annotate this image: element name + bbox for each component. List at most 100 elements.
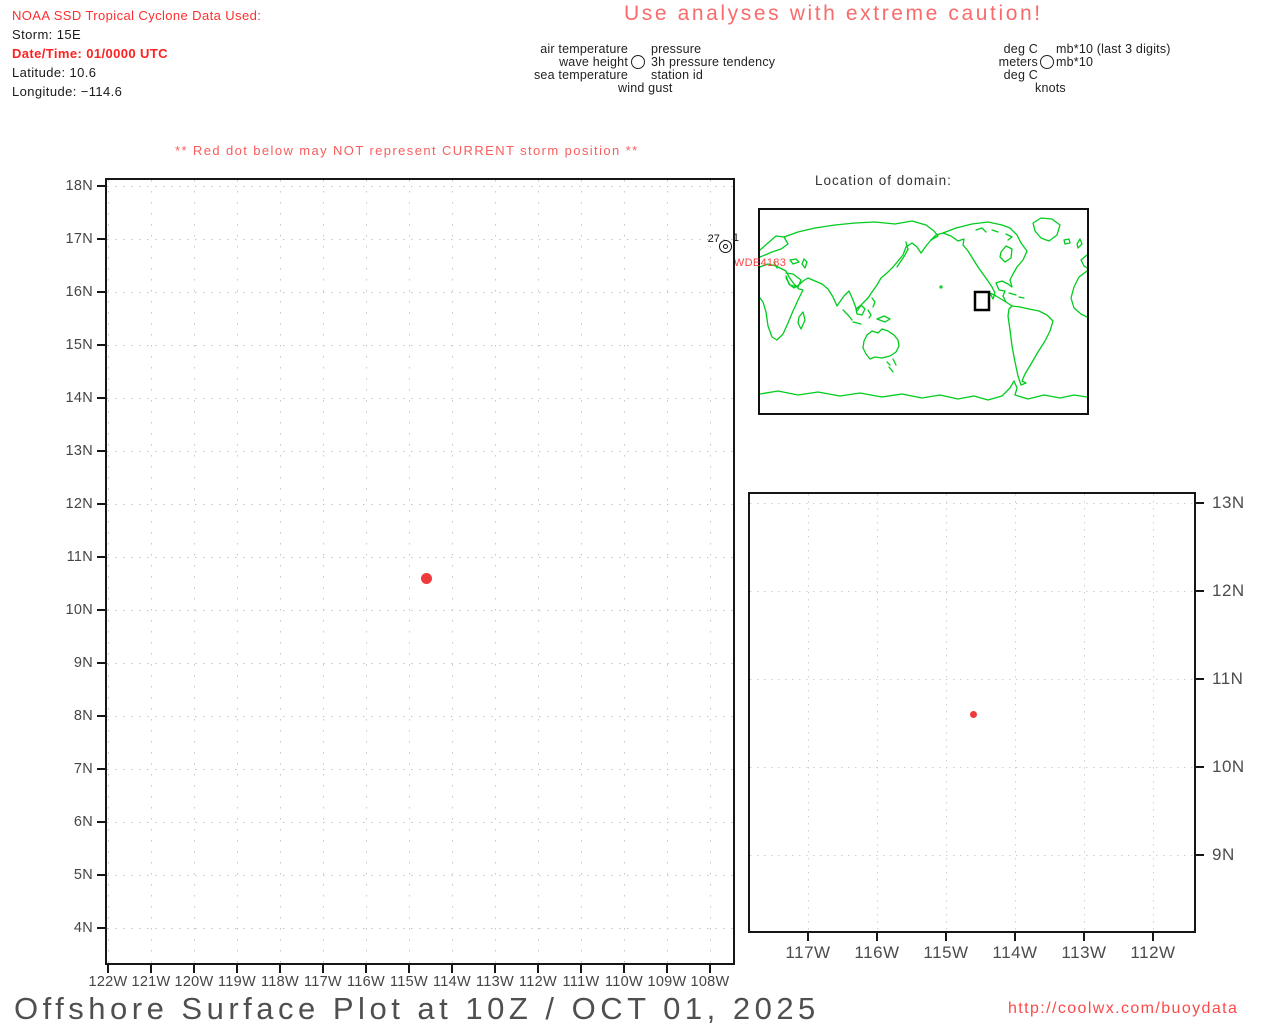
station-air-temperature: 27 xyxy=(707,232,720,245)
y-tick xyxy=(97,450,105,452)
x-tick-label: 114W xyxy=(432,974,472,990)
gridline-horizontal xyxy=(107,610,733,611)
coastlines xyxy=(759,217,1088,401)
storm-position-dot xyxy=(970,710,978,718)
gridline-vertical xyxy=(280,180,281,963)
x-tick xyxy=(408,965,410,973)
x-tick-label: 121W xyxy=(131,974,171,990)
x-tick-label: 117W xyxy=(303,974,343,990)
x-tick xyxy=(193,965,195,973)
x-tick xyxy=(107,965,109,973)
x-tick-label: 112W xyxy=(518,974,558,990)
gridline-vertical xyxy=(624,180,625,963)
x-tick-label: 109W xyxy=(647,974,687,990)
y-tick xyxy=(1196,854,1204,856)
gridline-horizontal xyxy=(107,186,733,187)
gridline-horizontal xyxy=(750,591,1194,592)
gridline-vertical xyxy=(946,494,947,931)
gridline-horizontal xyxy=(107,769,733,770)
y-tick-label: 9N xyxy=(73,655,93,671)
x-tick xyxy=(494,965,496,973)
y-tick-label: 14N xyxy=(65,390,93,406)
gridline-horizontal xyxy=(750,679,1194,680)
x-tick-label: 112W xyxy=(1130,943,1176,962)
gridline-horizontal xyxy=(107,557,733,558)
gridline-vertical xyxy=(409,180,410,963)
y-tick-label: 6N xyxy=(73,814,93,830)
x-tick-label: 111W xyxy=(562,974,600,990)
longitude-line: Longitude: −114.6 xyxy=(12,84,123,99)
x-tick-label: 119W xyxy=(217,974,257,990)
gridline-vertical xyxy=(877,494,878,931)
y-tick xyxy=(97,662,105,664)
y-tick xyxy=(97,768,105,770)
storm-info-block: NOAA SSD Tropical Cyclone Data Used: Sto… xyxy=(12,6,261,101)
x-tick xyxy=(623,965,625,973)
gridline-vertical xyxy=(151,180,152,963)
domain-rectangle xyxy=(973,290,991,312)
legend-unit-degc-sea: deg C xyxy=(1003,68,1038,82)
gridline-horizontal xyxy=(750,855,1194,856)
x-tick xyxy=(1083,933,1085,941)
main-plot-area: 27 1 WDE4183 xyxy=(105,178,786,965)
y-tick-label: 4N xyxy=(73,920,93,936)
y-tick xyxy=(97,874,105,876)
y-tick-label: 8N xyxy=(73,708,93,724)
gridline-vertical xyxy=(1084,494,1085,931)
x-tick-label: 108W xyxy=(690,974,730,990)
gridline-horizontal xyxy=(107,451,733,452)
y-tick xyxy=(97,397,105,399)
y-tick-label: 11N xyxy=(66,549,93,565)
gridline-horizontal xyxy=(107,928,733,929)
x-tick-label: 116W xyxy=(854,943,900,962)
y-tick-label: 17N xyxy=(65,231,93,247)
y-tick xyxy=(97,821,105,823)
y-tick-label: 15N xyxy=(65,337,93,353)
domain-map-title: Location of domain: xyxy=(815,173,952,188)
gridline-horizontal xyxy=(107,875,733,876)
y-tick xyxy=(1196,766,1204,768)
y-tick-label: 11N xyxy=(1212,669,1244,688)
x-tick xyxy=(666,965,668,973)
gridline-vertical xyxy=(194,180,195,963)
y-tick-label: 9N xyxy=(1212,845,1235,864)
x-tick-label: 113W xyxy=(475,974,515,990)
x-tick-label: 120W xyxy=(174,974,214,990)
x-tick xyxy=(150,965,152,973)
gridline-vertical xyxy=(808,494,809,931)
x-tick xyxy=(1014,933,1016,941)
source-url: http://coolwx.com/buoydata xyxy=(1008,1000,1239,1017)
y-tick xyxy=(97,927,105,929)
legend-unit-knots: knots xyxy=(1035,81,1066,95)
x-tick xyxy=(945,933,947,941)
y-tick-label: 12N xyxy=(1212,581,1245,600)
world-map-svg xyxy=(759,217,1088,401)
y-tick-label: 16N xyxy=(65,284,93,300)
x-tick-label: 116W xyxy=(346,974,386,990)
gridline-horizontal xyxy=(107,345,733,346)
gridline-vertical xyxy=(710,180,711,963)
y-tick xyxy=(1196,590,1204,592)
gridline-horizontal xyxy=(107,292,733,293)
gridline-horizontal xyxy=(750,503,1194,504)
y-tick-label: 12N xyxy=(65,496,93,512)
x-tick xyxy=(580,965,582,973)
x-tick-label: 117W xyxy=(785,943,831,962)
y-tick-label: 10N xyxy=(1212,757,1245,776)
legend-units: deg C mb*10 (last 3 digits) meters mb*10… xyxy=(985,43,1215,95)
x-tick xyxy=(1152,933,1154,941)
storm-position-dot xyxy=(420,572,432,584)
world-map xyxy=(758,208,1089,415)
gridline-vertical xyxy=(1015,494,1016,931)
y-tick xyxy=(97,556,105,558)
datetime-line: Date/Time: 01/0000 UTC xyxy=(12,46,168,61)
y-tick xyxy=(97,344,105,346)
y-tick xyxy=(97,291,105,293)
legend-sea-temperature: sea temperature xyxy=(533,68,628,82)
gridline-vertical xyxy=(581,180,582,963)
y-tick xyxy=(97,715,105,717)
y-tick-label: 7N xyxy=(73,761,93,777)
x-tick-label: 122W xyxy=(88,974,128,990)
gridline-horizontal xyxy=(107,239,733,240)
x-tick xyxy=(709,965,711,973)
